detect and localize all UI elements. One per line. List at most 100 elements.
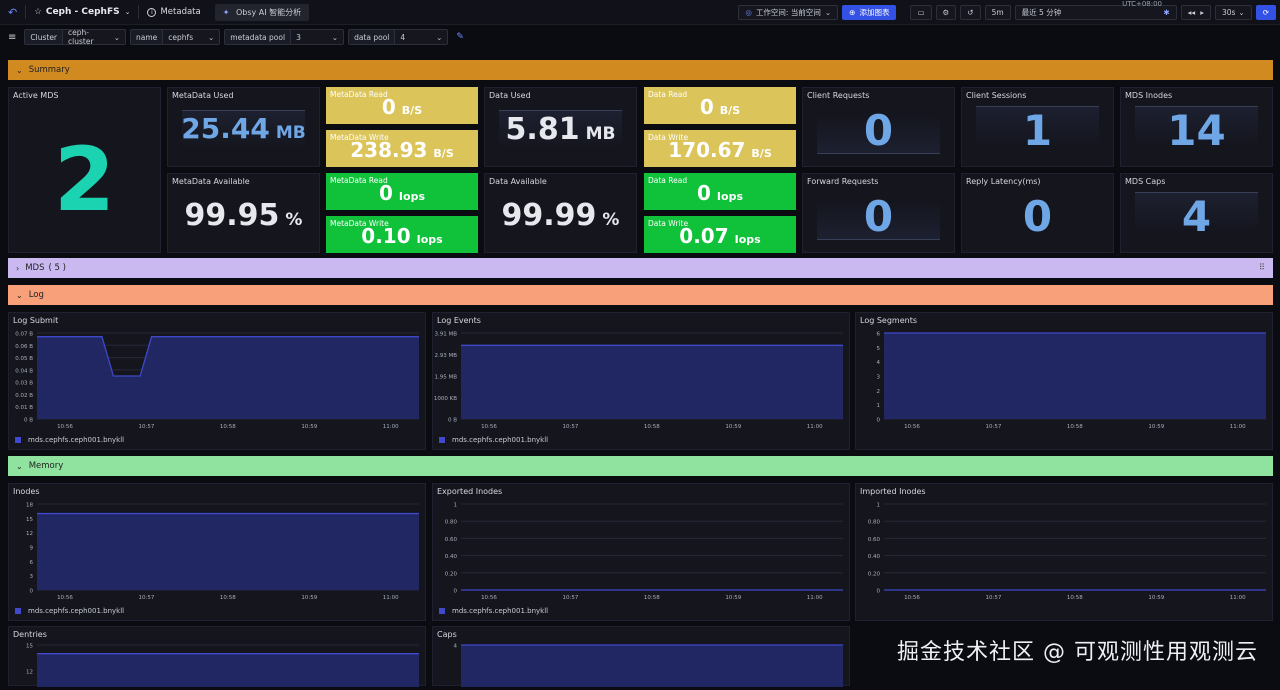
panel-metadata-available[interactable]: MetaData Available 99.95% <box>167 173 320 253</box>
panel-dentries[interactable]: Dentries 12 15 <box>8 626 426 690</box>
filter-data-pool-value[interactable]: 4 ⌄ <box>395 30 447 44</box>
panel-log-segments[interactable]: Log Segments 0 1 2 3 4 5 6 10:56 10:57 10:58 10:59… <box>855 312 1273 450</box>
filter-data-pool-label: data pool <box>349 30 396 44</box>
tile-data-read-iops[interactable]: Data Read 0 Iops <box>644 173 796 210</box>
add-chart-button[interactable]: ⊕ 添加图表 <box>842 5 897 20</box>
value-number: 0 <box>379 181 393 205</box>
panel-mds-caps[interactable]: MDS Caps 4 <box>1120 173 1273 253</box>
value-number: 170.67 <box>668 138 746 162</box>
metadata-button[interactable]: i Metadata <box>139 0 208 25</box>
panel-data-available[interactable]: Data Available 99.99% <box>484 173 637 253</box>
panel-metadata-used[interactable]: MetaData Used 25.44 MB <box>167 87 320 167</box>
value-number: 0.07 <box>679 224 729 248</box>
x-tick-label: 10:57 <box>985 595 1001 601</box>
legend-swatch <box>15 608 21 614</box>
filter-data-pool[interactable]: data pool 4 ⌄ <box>348 29 449 45</box>
tile-metadata-read-iops[interactable]: MetaData Read 0 Iops <box>326 173 478 210</box>
filter-name-label: name <box>131 30 164 44</box>
panel-reply-latency[interactable]: Reply Latency(ms) 0 <box>961 173 1114 253</box>
dashboard-selector[interactable]: ☆ Ceph - CephFS ⌄ <box>26 0 138 25</box>
filter-icon[interactable]: ≡ <box>8 32 16 43</box>
x-tick-label: 10:56 <box>904 595 920 601</box>
step-back-icon[interactable]: ◂◂ <box>1188 8 1196 17</box>
panel-log-events[interactable]: Log Events 0 B 1000 KB 1.95 MB 2.93 MB 3.91 … <box>432 312 850 450</box>
value-number: 238.93 <box>350 138 428 162</box>
panel-active-mds[interactable]: Active MDS 2 <box>8 87 161 253</box>
x-tick-label: 10:57 <box>562 424 578 430</box>
chevron-down-icon: ⌄ <box>824 8 832 17</box>
filter-bar: ≡ Cluster ceph-cluster ⌄ name cephfs ⌄ met… <box>0 26 1280 48</box>
ai-analysis-button[interactable]: ✦ Obsy AI 智能分析 <box>214 3 310 21</box>
panel-client-requests[interactable]: Client Requests 0 <box>802 87 955 167</box>
forward-requests-value: 0 <box>863 192 894 241</box>
y-tick-label: 15 <box>26 517 33 523</box>
x-tick-label: 10:57 <box>138 424 154 430</box>
x-tick-label: 11:00 <box>1230 595 1246 601</box>
filter-name-value[interactable]: cephfs ⌄ <box>163 30 219 44</box>
chart-legend[interactable]: mds.cephfs.ceph001.bnykll <box>15 436 124 444</box>
tile-metadata-write-bs[interactable]: MetaData Write 238.93 B/S <box>326 130 478 167</box>
step-forward-icon[interactable]: ▸ <box>1200 8 1204 17</box>
screen-icon[interactable]: ▭ <box>910 5 932 20</box>
chart-title: Log Submit <box>13 316 59 325</box>
panel-title: MetaData Available <box>172 177 250 186</box>
y-tick-label: 0.02 B <box>15 393 33 399</box>
pin-icon[interactable]: ✱ <box>1163 8 1169 17</box>
filter-cluster-value[interactable]: ceph-cluster ⌄ <box>63 28 125 46</box>
series-area <box>461 345 843 419</box>
chart-legend[interactable]: mds.cephfs.ceph001.bnykll <box>439 436 548 444</box>
back-icon[interactable]: ↶ <box>0 0 25 25</box>
tile-data-write-bs[interactable]: Data Write 170.67 B/S <box>644 130 796 167</box>
tile-metadata-read-bs[interactable]: MetaData Read 0 B/S <box>326 87 478 124</box>
panel-exported-inodes[interactable]: Exported Inodes 0 0.20 0.40 0.60 0.80 1 10:56 1… <box>432 483 850 621</box>
sparkle-icon: ✦ <box>222 7 230 17</box>
time-short-button[interactable]: 5m <box>984 5 1011 20</box>
chart-legend[interactable]: mds.cephfs.ceph001.bnykll <box>439 607 548 615</box>
panel-caps[interactable]: Caps 4 <box>432 626 850 690</box>
panel-log-submit[interactable]: Log Submit 0 B 0.01 B 0.02 B 0.03 B 0.04 B 0.… <box>8 312 426 450</box>
refresh-interval-select[interactable]: 30s ⌄ <box>1214 5 1252 20</box>
mds-caps-value: 4 <box>1181 192 1212 241</box>
filter-metadata-pool-value[interactable]: 3 ⌄ <box>291 30 343 44</box>
y-tick-label: 0 <box>877 418 881 424</box>
x-tick-label: 10:58 <box>644 595 660 601</box>
y-tick-label: 0 <box>30 589 34 595</box>
settings-icon[interactable]: ⚙ <box>935 5 957 20</box>
y-tick-label: 0 B <box>24 418 33 424</box>
tile-value: 0.10 Iops <box>326 224 478 248</box>
y-tick-label: 0.40 <box>868 554 881 560</box>
tile-data-read-bs[interactable]: Data Read 0 B/S <box>644 87 796 124</box>
value-unit: Iops <box>734 233 761 246</box>
filter-metadata-pool[interactable]: metadata pool 3 ⌄ <box>224 29 345 45</box>
panel-client-sessions[interactable]: Client Sessions 1 <box>961 87 1114 167</box>
refresh-button[interactable]: ⟳ <box>1255 5 1276 20</box>
tile-data-write-iops[interactable]: Data Write 0.07 Iops <box>644 216 796 253</box>
section-mds-count: ( 5 ) <box>48 263 66 273</box>
panel-imported-inodes[interactable]: Imported Inodes 0 0.20 0.40 0.60 0.80 1 10:56 1… <box>855 483 1273 621</box>
section-mds[interactable]: › MDS ( 5 ) ⠿ <box>8 258 1273 278</box>
star-icon[interactable]: ☆ <box>34 7 42 17</box>
time-step-buttons[interactable]: ◂◂ ▸ <box>1180 5 1211 20</box>
drag-handle-icon[interactable]: ⠿ <box>1259 263 1265 273</box>
section-memory[interactable]: ⌄ Memory <box>8 456 1273 476</box>
panel-inodes[interactable]: Inodes 0 3 6 9 12 15 18 10:56 10:57 10:58 10:59 11:… <box>8 483 426 621</box>
y-tick-label: 3 <box>30 574 34 580</box>
x-tick-label: 10:58 <box>1067 595 1083 601</box>
section-log[interactable]: ⌄ Log <box>8 285 1273 305</box>
panel-forward-requests[interactable]: Forward Requests 0 <box>802 173 955 253</box>
top-bar-right: ◎ 工作空间: 当前空间 ⌄ ⊕ 添加图表 ▭ ⚙ ↺ 5m 最近 5 分钟 ✱… <box>738 0 1280 25</box>
panel-mds-inodes[interactable]: MDS Inodes 14 <box>1120 87 1273 167</box>
section-summary[interactable]: ⌄ Summary <box>8 60 1273 80</box>
ai-analysis-label: Obsy AI 智能分析 <box>235 7 302 17</box>
edit-icon[interactable]: ✎ <box>456 32 464 42</box>
chart-legend[interactable]: mds.cephfs.ceph001.bnykll <box>15 607 124 615</box>
filter-name[interactable]: name cephfs ⌄ <box>130 29 221 45</box>
filter-cluster[interactable]: Cluster ceph-cluster ⌄ <box>24 28 127 46</box>
log-events-chart: 0 B 1000 KB 1.95 MB 2.93 MB 3.91 MB 10:56 10:5… <box>434 332 843 430</box>
panel-data-used[interactable]: Data Used 5.81 MB <box>484 87 637 167</box>
value-unit: % <box>602 210 620 230</box>
tile-metadata-write-iops[interactable]: MetaData Write 0.10 Iops <box>326 216 478 253</box>
history-icon[interactable]: ↺ <box>960 5 981 20</box>
workspace-selector[interactable]: ◎ 工作空间: 当前空间 ⌄ <box>738 5 839 20</box>
y-tick-label: 0 B <box>448 418 457 424</box>
